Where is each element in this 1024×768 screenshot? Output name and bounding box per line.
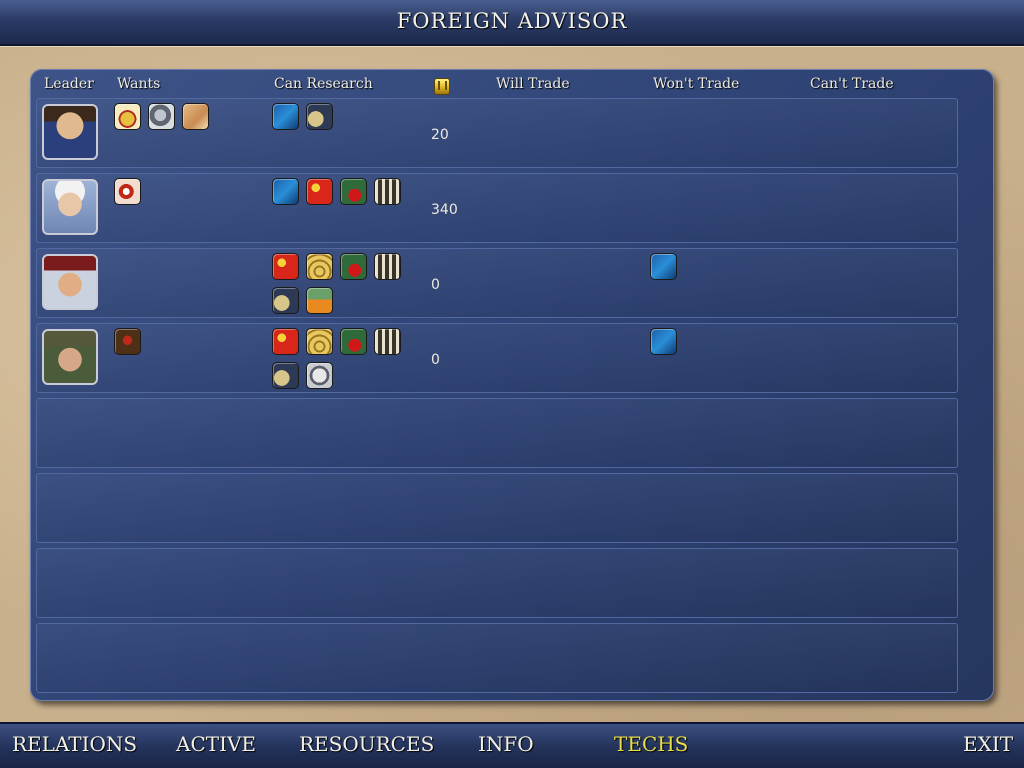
coins-icon[interactable] [306, 328, 333, 355]
tab-resources[interactable]: RESOURCES [299, 732, 434, 756]
french-leader-portrait[interactable] [42, 329, 98, 385]
column-header-wants: Wants [117, 76, 161, 92]
blue-hand-icon[interactable] [650, 253, 677, 280]
gold-amount: 0 [431, 352, 440, 368]
abacus-icon[interactable] [374, 178, 401, 205]
gold-amount: 0 [431, 277, 440, 293]
column-header-will-trade: Will Trade [496, 76, 570, 92]
coins-icon[interactable] [306, 253, 333, 280]
compass-icon[interactable] [306, 362, 333, 389]
tab-info[interactable]: INFO [478, 732, 534, 756]
title-bar: FOREIGN ADVISOR [0, 0, 1024, 46]
leader-row-4[interactable]: 0 [36, 323, 958, 393]
window-title: FOREIGN ADVISOR [396, 9, 628, 33]
statue-icon[interactable] [148, 103, 175, 130]
gear-coin-icon[interactable] [272, 287, 299, 314]
apple-icon[interactable] [340, 253, 367, 280]
flag-icon[interactable] [272, 253, 299, 280]
leader-row-2[interactable]: 340 [36, 173, 958, 243]
blue-hand-icon[interactable] [650, 328, 677, 355]
hand-icon[interactable] [182, 103, 209, 130]
gold-icon [434, 78, 450, 95]
empty-row [36, 398, 958, 468]
blue-hand-icon[interactable] [272, 103, 299, 130]
scientist-leader-portrait[interactable] [42, 179, 98, 235]
gold-amount: 340 [431, 202, 458, 218]
column-header-can-research: Can Research [274, 76, 373, 92]
apple-icon[interactable] [340, 328, 367, 355]
column-header-cant-trade: Can't Trade [810, 76, 894, 92]
column-header-wont-trade: Won't Trade [653, 76, 740, 92]
tab-techs[interactable]: TECHS [614, 732, 688, 756]
figure-icon[interactable] [114, 328, 141, 355]
russian-leader-portrait[interactable] [42, 254, 98, 310]
flask-icon[interactable] [306, 287, 333, 314]
empty-row [36, 623, 958, 693]
blue-hand-icon[interactable] [272, 178, 299, 205]
crown-icon[interactable] [114, 103, 141, 130]
abacus-icon[interactable] [374, 253, 401, 280]
bottom-tab-bar: RELATIONS ACTIVE RESOURCES INFO TECHS EX… [0, 722, 1024, 768]
empty-row [36, 473, 958, 543]
leader-row-1[interactable]: 20 [36, 98, 958, 168]
gear-coin-icon[interactable] [306, 103, 333, 130]
empty-row [36, 548, 958, 618]
tab-active[interactable]: ACTIVE [176, 732, 256, 756]
eye-icon[interactable] [114, 178, 141, 205]
exit-button[interactable]: EXIT [963, 732, 1013, 756]
foreign-advisor-panel: Leader Wants Can Research Will Trade Won… [30, 69, 994, 701]
gold-amount: 20 [431, 127, 449, 143]
apple-icon[interactable] [340, 178, 367, 205]
gear-coin-icon[interactable] [272, 362, 299, 389]
chinese-leader-portrait[interactable] [42, 104, 98, 160]
leader-row-3[interactable]: 0 [36, 248, 958, 318]
flag-icon[interactable] [306, 178, 333, 205]
flag-icon[interactable] [272, 328, 299, 355]
tab-relations[interactable]: RELATIONS [12, 732, 137, 756]
abacus-icon[interactable] [374, 328, 401, 355]
column-header-leader: Leader [44, 76, 94, 92]
